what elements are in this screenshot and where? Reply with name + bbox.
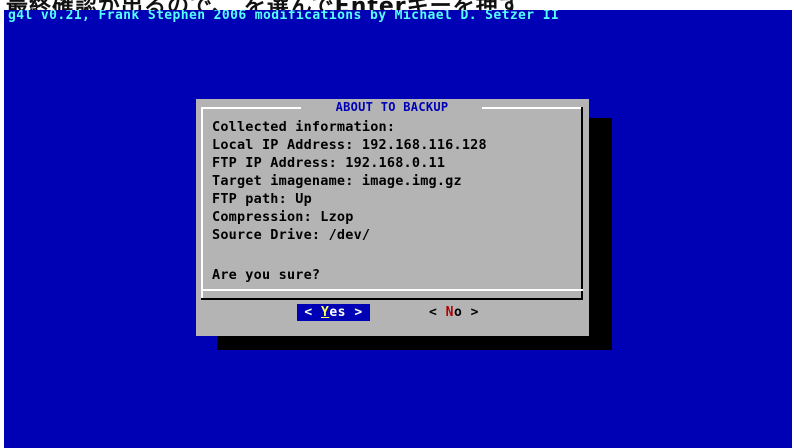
button-separator <box>201 289 583 291</box>
info-line: Target imagename: image.img.gz <box>212 173 462 189</box>
no-right-bracket: > <box>470 305 479 320</box>
info-line: Local IP Address: 192.168.116.128 <box>212 137 487 153</box>
frame-right <box>581 107 583 300</box>
yes-label-rest: es <box>329 305 346 320</box>
info-line: Source Drive: /dev/ <box>212 227 371 243</box>
confirm-question: Are you sure? <box>212 267 321 283</box>
yes-left-bracket: < <box>304 305 313 320</box>
frame-top-left <box>201 107 301 109</box>
dialog-title: ABOUT TO BACKUP <box>303 99 481 116</box>
yes-right-bracket: > <box>354 305 363 320</box>
backup-confirm-dialog: ABOUT TO BACKUP Collected information: L… <box>196 99 589 336</box>
frame-bottom <box>201 298 583 300</box>
frame-left <box>201 107 203 300</box>
no-label-rest: o <box>454 305 463 320</box>
yes-button[interactable]: < Yes > <box>297 304 370 321</box>
info-line: Compression: Lzop <box>212 209 354 225</box>
info-line: Collected information: <box>212 119 396 135</box>
header-text: g4l v0.21, Frank Stephen 2006 modificati… <box>8 10 560 23</box>
frame-top-right <box>482 107 583 109</box>
no-hotkey: N <box>445 305 454 320</box>
no-left-bracket: < <box>429 305 438 320</box>
info-list: Collected information: Local IP Address:… <box>212 118 487 244</box>
info-line: FTP IP Address: 192.168.0.11 <box>212 155 446 171</box>
terminal-screen: g4l v0.21, Frank Stephen 2006 modificati… <box>4 10 792 448</box>
info-line: FTP path: Up <box>212 191 312 207</box>
no-button[interactable]: < No > <box>418 304 490 321</box>
